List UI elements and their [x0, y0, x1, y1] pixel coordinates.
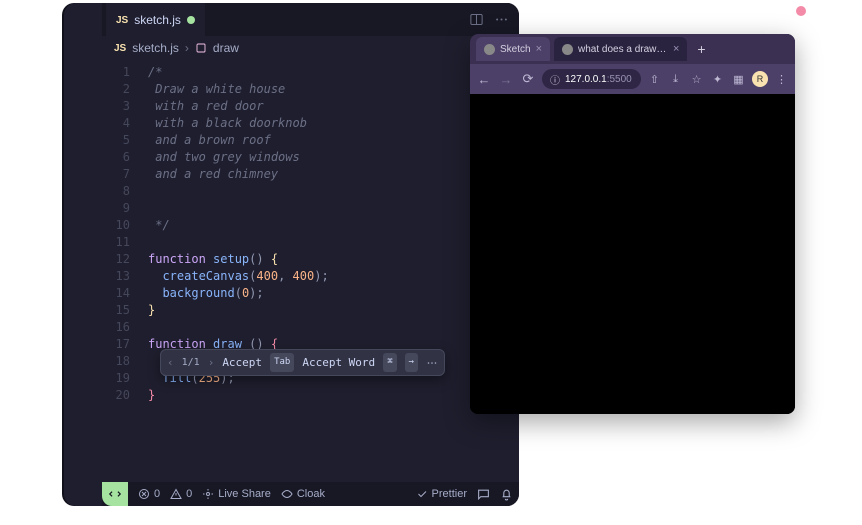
- new-tab-button[interactable]: +: [691, 41, 711, 57]
- status-feedback-icon[interactable]: [477, 488, 490, 501]
- js-file-icon: JS: [114, 43, 126, 54]
- browser-tab-strip: Sketch × what does a drawn ca × +: [470, 34, 795, 64]
- js-file-icon: JS: [116, 15, 128, 26]
- browser-tab-search[interactable]: what does a drawn ca ×: [554, 37, 687, 61]
- code-editor[interactable]: 1234567891011121314151617181920 /* Draw …: [102, 60, 519, 482]
- browser-toolbar: ← → ⟳ ⓘ 127.0.0.1:5500 ⇧ ⤓ ☆ ✦ ▦ R ⋮: [470, 64, 795, 94]
- url-port: :5500: [607, 74, 632, 85]
- browser-tab-label: Sketch: [500, 44, 531, 55]
- browser-viewport[interactable]: [470, 94, 795, 414]
- address-bar[interactable]: ⓘ 127.0.0.1:5500: [542, 69, 641, 89]
- editor-group: JS sketch.js JS sketch.js ›: [102, 3, 519, 506]
- status-prettier[interactable]: Prettier: [416, 488, 467, 500]
- vscode-window: JS sketch.js JS sketch.js ›: [64, 3, 519, 506]
- suggestion-more-icon[interactable]: [426, 357, 438, 369]
- accept-button[interactable]: Accept: [222, 354, 262, 371]
- download-icon[interactable]: ⤓: [668, 73, 683, 86]
- chevron-right-icon: ›: [185, 41, 189, 55]
- line-gutter: 1234567891011121314151617181920: [102, 60, 142, 482]
- symbol-method-icon: [195, 42, 207, 54]
- status-warnings[interactable]: 0: [170, 488, 192, 500]
- status-liveshare[interactable]: Live Share: [202, 488, 271, 500]
- status-errors[interactable]: 0: [138, 488, 160, 500]
- inline-suggestion-toolbar: ‹ 1/1 › Accept Tab Accept Word ⌘ →: [160, 349, 445, 376]
- split-editor-icon[interactable]: [469, 12, 484, 27]
- site-info-icon[interactable]: ⓘ: [550, 72, 560, 87]
- browser-back-icon[interactable]: ←: [476, 72, 492, 87]
- browser-forward-icon[interactable]: →: [498, 72, 514, 87]
- accept-word-key: ⌘: [383, 353, 396, 372]
- accept-word-button[interactable]: Accept Word: [302, 354, 375, 371]
- accept-word-arrow-key: →: [405, 353, 418, 372]
- share-icon[interactable]: ⇧: [647, 73, 662, 86]
- breadcrumb-symbol: draw: [213, 41, 239, 55]
- extensions-puzzle-icon[interactable]: ✦: [710, 73, 725, 86]
- browser-tab-sketch[interactable]: Sketch ×: [476, 37, 550, 61]
- tab-filename: sketch.js: [134, 13, 181, 27]
- remote-button[interactable]: [102, 482, 128, 506]
- suggestion-next-icon[interactable]: ›: [208, 354, 215, 371]
- editor-more-icon[interactable]: [494, 12, 509, 27]
- code-lines: /* Draw a white house with a red door wi…: [142, 60, 519, 482]
- tab-favicon-icon: [562, 44, 573, 55]
- editor-tabs: JS sketch.js: [102, 3, 519, 36]
- browser-tab-label: what does a drawn ca: [578, 44, 668, 55]
- browser-menu-icon[interactable]: ⋮: [774, 73, 789, 86]
- browser-reload-icon[interactable]: ⟳: [520, 71, 536, 87]
- tab-close-icon[interactable]: ×: [536, 43, 542, 55]
- profile-avatar[interactable]: R: [752, 71, 768, 87]
- breadcrumb[interactable]: JS sketch.js › draw: [102, 36, 519, 60]
- accept-key: Tab: [270, 353, 294, 372]
- window-close-dot: [796, 6, 806, 16]
- url-host: 127.0.0.1: [565, 74, 607, 85]
- tab-dirty-dot-icon: [187, 16, 195, 24]
- tab-close-icon[interactable]: ×: [673, 43, 679, 55]
- tab-sketch-js[interactable]: JS sketch.js: [106, 3, 205, 36]
- browser-window: Sketch × what does a drawn ca × + ← → ⟳ …: [470, 34, 795, 414]
- status-cloak[interactable]: Cloak: [281, 488, 325, 500]
- breadcrumb-file: sketch.js: [132, 41, 179, 55]
- tab-actions: [469, 12, 519, 27]
- status-bell-icon[interactable]: [500, 488, 513, 501]
- status-bar: 0 0 Live Share Cloak Prettier: [102, 482, 519, 506]
- bookmark-icon[interactable]: ☆: [689, 73, 704, 86]
- suggestion-counter: 1/1: [182, 354, 200, 371]
- extension-icon[interactable]: ▦: [731, 73, 746, 86]
- suggestion-prev-icon[interactable]: ‹: [167, 354, 174, 371]
- tab-favicon-icon: [484, 44, 495, 55]
